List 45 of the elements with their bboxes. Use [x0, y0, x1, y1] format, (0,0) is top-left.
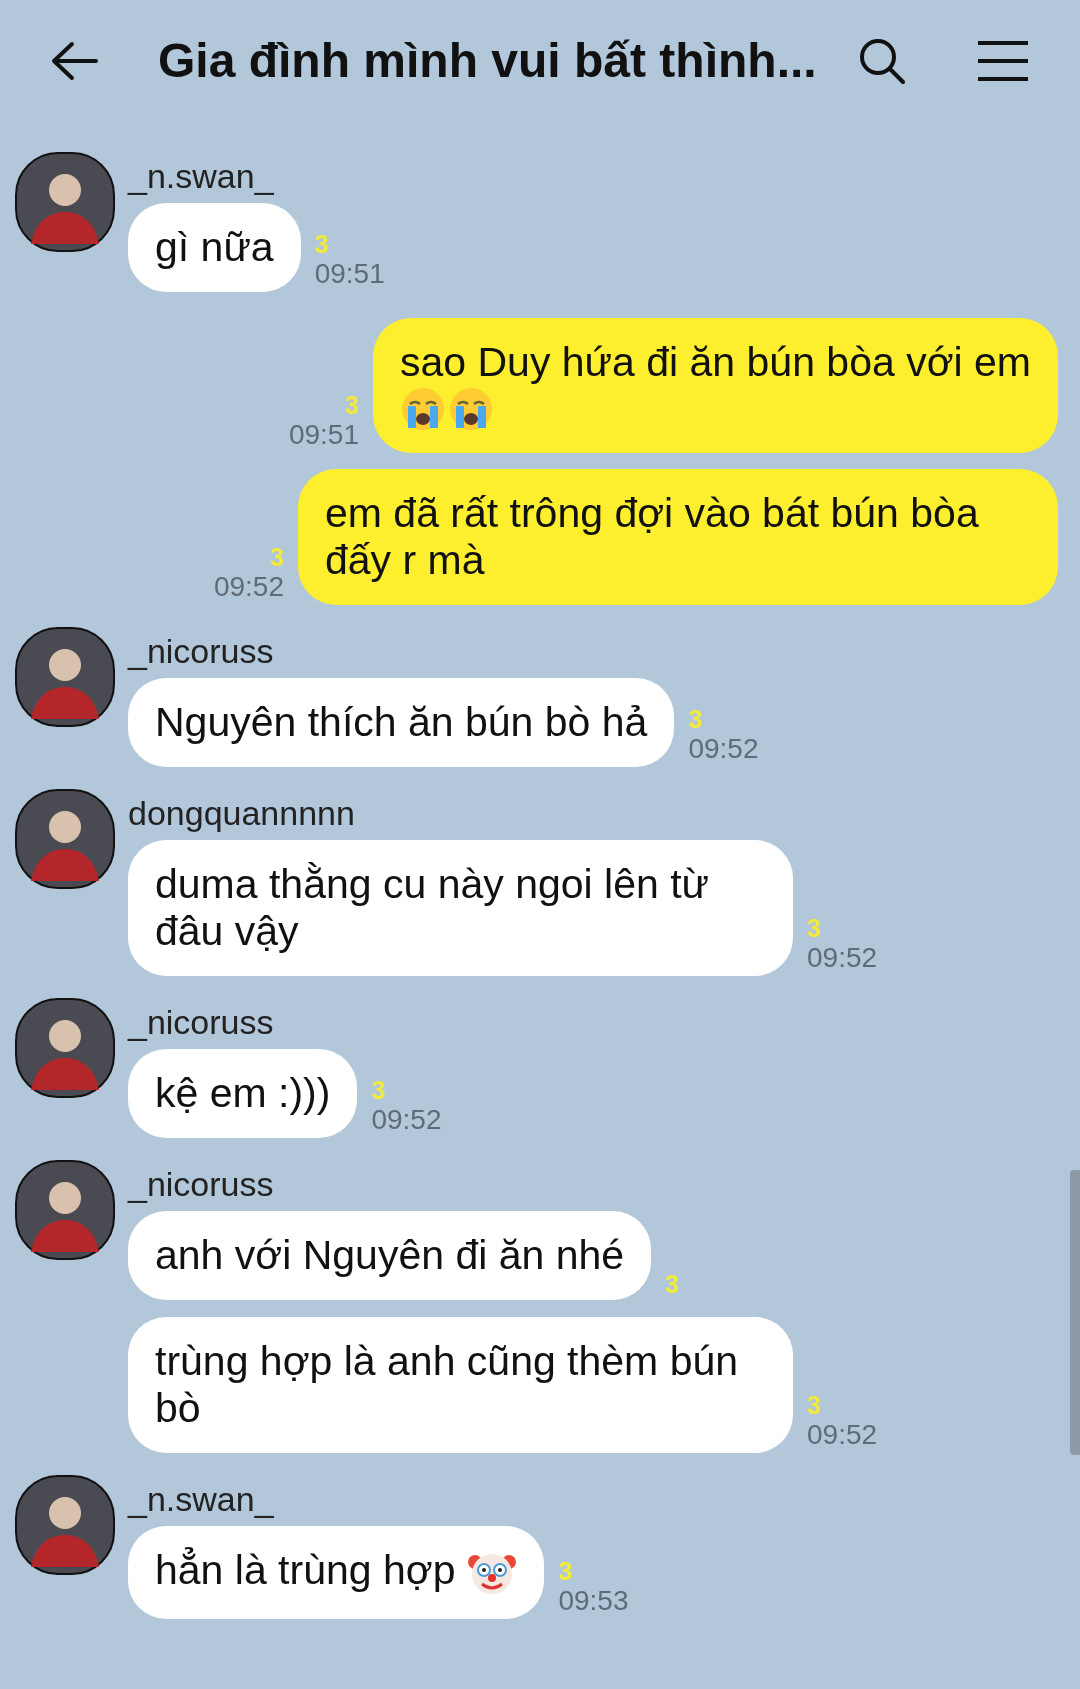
- back-icon[interactable]: [50, 41, 98, 81]
- unread-count: 3: [665, 1270, 679, 1298]
- avatar[interactable]: [15, 627, 115, 727]
- unread-count: 3: [371, 1076, 386, 1104]
- sender-name: _nicoruss: [128, 1165, 275, 1203]
- unread-count: 3: [345, 391, 359, 419]
- sender-name: _n.swan_: [128, 157, 275, 195]
- unread-count: 3: [807, 914, 821, 942]
- crying-face-icon: [400, 386, 446, 432]
- message-bubble: sao Duy hứa đi ăn bún bòa với em: [373, 318, 1058, 453]
- sender-name: _nicoruss: [128, 632, 275, 670]
- sender-name: _nicoruss: [128, 1003, 275, 1041]
- chat-title: Gia đình mình vui bất thình...: [158, 33, 817, 89]
- message-time: 09:52: [807, 942, 878, 974]
- message-bubble: anh với Nguyên đi ăn nhé: [128, 1211, 652, 1300]
- message-bubble: kệ em :))): [128, 1049, 358, 1138]
- message-time: 09:52: [688, 733, 759, 765]
- message-time: 09:52: [371, 1104, 442, 1136]
- avatar[interactable]: [15, 1475, 115, 1575]
- message-time: 09:51: [288, 419, 359, 451]
- avatar[interactable]: [15, 998, 115, 1098]
- message-bubble: gì nữa: [128, 203, 301, 292]
- message-time: 09:53: [558, 1585, 629, 1618]
- avatar[interactable]: [15, 789, 115, 889]
- unread-count: 3: [270, 543, 284, 571]
- scrollbar[interactable]: [1070, 1170, 1080, 1455]
- search-icon[interactable]: [858, 37, 906, 85]
- message-bubble: hẳn là trùng hợp: [128, 1526, 545, 1620]
- unread-count: 3: [688, 705, 703, 733]
- crying-face-icon: [448, 386, 494, 432]
- sender-name: _n.swan_: [128, 1480, 275, 1518]
- unread-count: 3: [807, 1391, 821, 1419]
- message-time: 09:51: [314, 258, 385, 290]
- message-time: 09:52: [213, 571, 284, 603]
- message-bubble: trùng hợp là anh cũng thèm bún bò: [128, 1317, 793, 1453]
- message-bubble: em đã rất trông đợi vào bát bún bòa đấy r mà: [298, 469, 1058, 605]
- message-bubble: duma thằng cu này ngoi lên từ đâu vậy: [128, 840, 793, 976]
- sender-name: dongquannnnn: [128, 794, 356, 832]
- message-time: 09:52: [807, 1419, 878, 1451]
- unread-count: 3: [314, 230, 329, 258]
- avatar[interactable]: [15, 152, 115, 252]
- unread-count: 3: [558, 1557, 573, 1586]
- avatar[interactable]: [15, 1160, 115, 1260]
- message-bubble: Nguyên thích ăn bún bò hả: [128, 678, 675, 767]
- menu-icon[interactable]: [976, 40, 1030, 82]
